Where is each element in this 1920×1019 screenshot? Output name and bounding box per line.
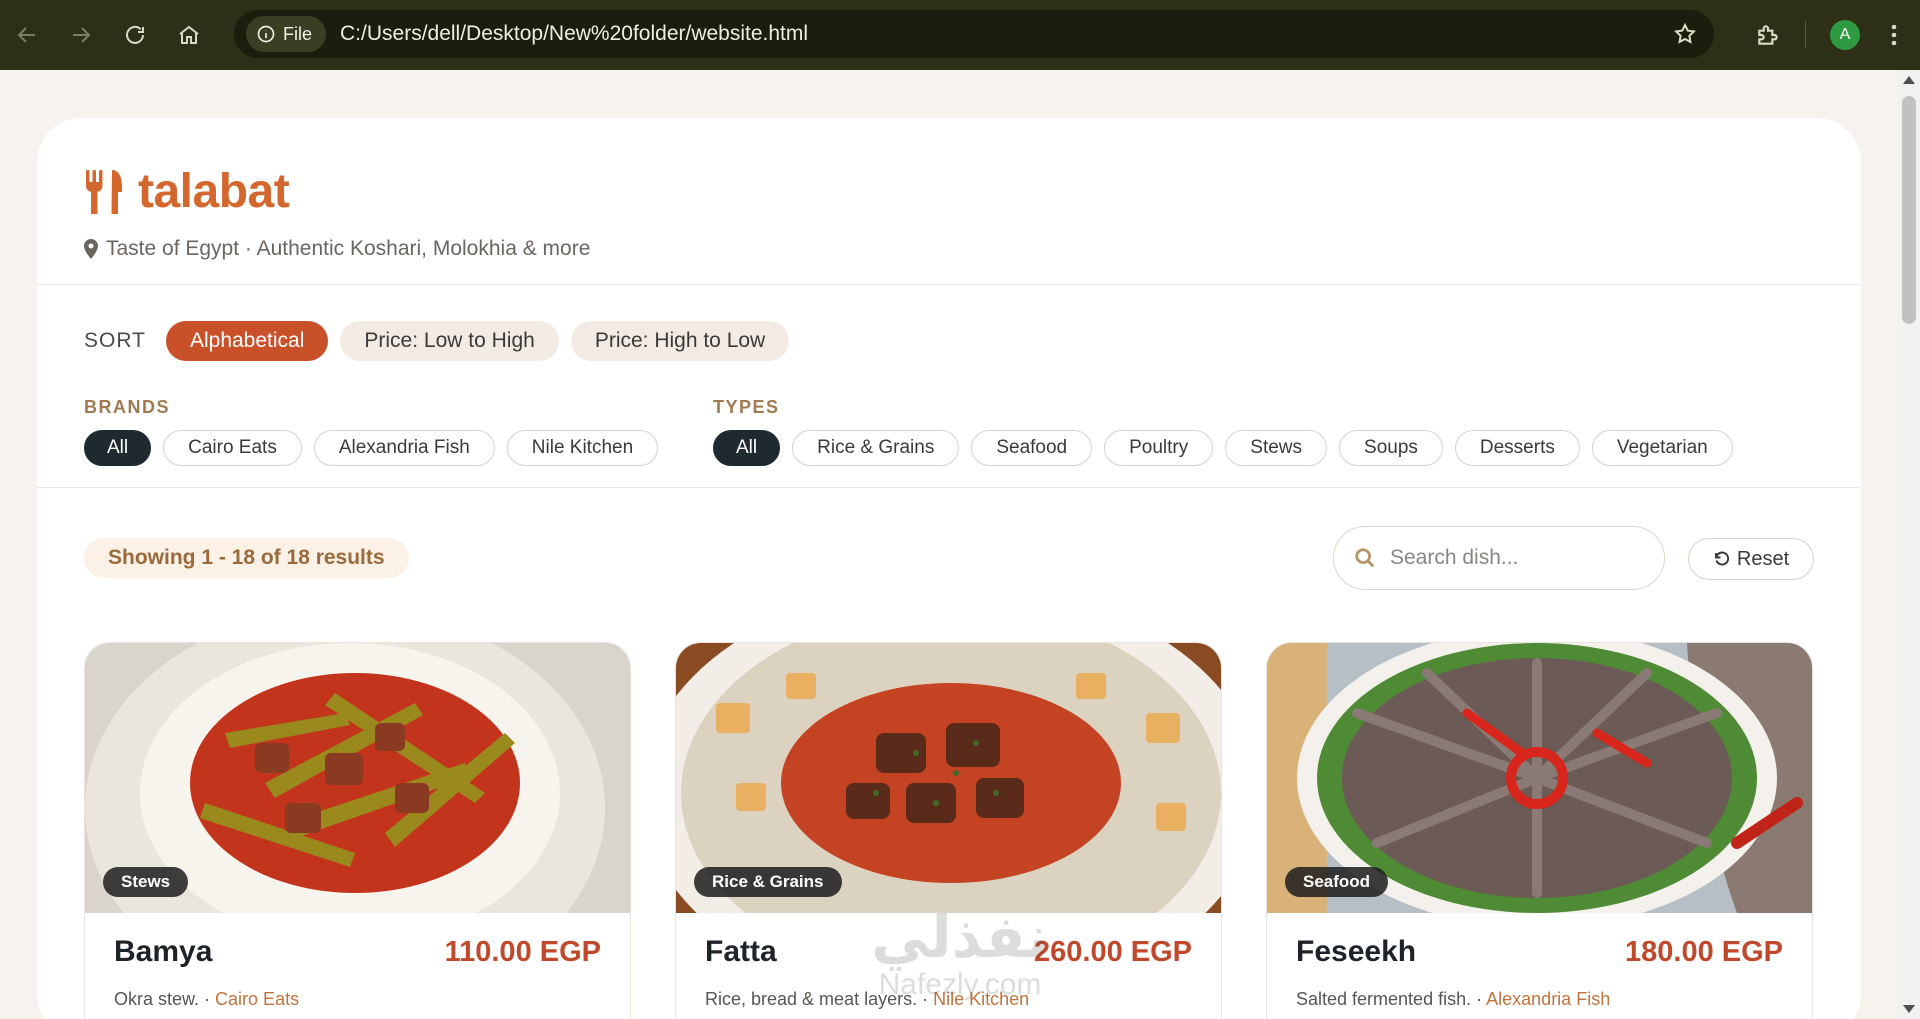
brand-name[interactable]: talabat: [138, 164, 290, 219]
browser-menu-button[interactable]: [1874, 24, 1914, 46]
sort-option-price-low-high[interactable]: Price: Low to High: [340, 321, 559, 361]
product-description: Salted fermented fish. · Alexandria Fish: [1296, 989, 1783, 1010]
sort-option-price-high-low[interactable]: Price: High to Low: [570, 321, 790, 361]
utensils-icon: [86, 169, 122, 214]
filters-panel: SORT Alphabetical Price: Low to High Pri…: [37, 285, 1861, 488]
url-text[interactable]: C:/Users/dell/Desktop/New%20folder/websi…: [340, 22, 1668, 46]
brand: talabat: [84, 164, 1814, 219]
product-description-text: Rice, bread & meat layers.: [705, 989, 918, 1009]
type-chip-stews[interactable]: Stews: [1225, 430, 1328, 466]
reset-label: Reset: [1736, 547, 1790, 570]
arrow-right-icon: [73, 27, 91, 43]
toolbar-separator: [1805, 21, 1806, 49]
product-type-badge: Stews: [103, 867, 189, 897]
type-chip-seafood[interactable]: Seafood: [971, 430, 1093, 466]
product-name: Bamya: [114, 935, 213, 968]
type-chip-desserts[interactable]: Desserts: [1454, 430, 1580, 466]
tagline-text: Taste of Egypt · Authentic Koshari, Molo…: [106, 237, 591, 260]
product-card[interactable]: Seafood Feseekh 180.00 EGP Salted fermen…: [1266, 642, 1813, 1019]
results-count: Showing 1 - 18 of 18 results: [84, 538, 409, 578]
sort-option-alphabetical[interactable]: Alphabetical: [165, 321, 329, 361]
desc-separator: ·: [204, 989, 216, 1009]
sort-label: SORT: [84, 329, 146, 352]
location-pin-icon: [84, 239, 98, 259]
info-icon: [257, 25, 275, 43]
product-description: Rice, bread & meat layers. · Nile Kitche…: [705, 989, 1192, 1010]
page-header: talabat Taste of Egypt · Authentic Kosha…: [37, 118, 1861, 285]
product-brand[interactable]: Cairo Eats: [215, 989, 299, 1009]
product-image: Rice & Grains: [676, 643, 1221, 913]
types-filter: TYPES All Rice & Grains Seafood Poultry …: [713, 397, 1733, 466]
product-card[interactable]: Stews Bamya 110.00 EGP Okra stew. · Cair…: [84, 642, 631, 1019]
product-description-text: Salted fermented fish.: [1296, 989, 1472, 1009]
product-price: 260.00 EGP: [1034, 935, 1192, 968]
star-icon: [1674, 22, 1696, 44]
tagline: Taste of Egypt · Authentic Koshari, Molo…: [84, 237, 1814, 261]
type-chip-soups[interactable]: Soups: [1339, 430, 1443, 466]
desc-separator: ·: [1476, 989, 1487, 1009]
product-name: Fatta: [705, 935, 777, 968]
reset-button[interactable]: Reset: [1688, 538, 1814, 580]
home-button[interactable]: [162, 0, 216, 70]
type-chip-rice-grains[interactable]: Rice & Grains: [792, 430, 960, 466]
search-box[interactable]: [1333, 526, 1665, 590]
search-icon: [1355, 548, 1375, 568]
type-chip-vegetarian[interactable]: Vegetarian: [1591, 430, 1733, 466]
product-type-badge: Seafood: [1285, 867, 1389, 897]
home-icon: [179, 25, 199, 44]
more-vertical-icon: [1891, 24, 1897, 46]
results-bar: Showing 1 - 18 of 18 results Reset: [37, 488, 1861, 638]
product-type-badge: Rice & Grains: [694, 867, 842, 897]
product-card[interactable]: Rice & Grains Fatta 260.00 EGP Rice, bre…: [675, 642, 1222, 1019]
sort-row: SORT Alphabetical Price: Low to High Pri…: [84, 321, 790, 361]
site-info-chip[interactable]: File: [246, 16, 327, 52]
back-button[interactable]: [0, 0, 54, 70]
product-image: Seafood: [1267, 643, 1812, 913]
bookmark-button[interactable]: [1668, 17, 1702, 51]
scrollbar-thumb[interactable]: [1902, 96, 1916, 324]
undo-icon: [1714, 551, 1729, 566]
reload-button[interactable]: [108, 0, 162, 70]
arrow-left-icon: [17, 27, 35, 43]
type-chip-all[interactable]: All: [713, 430, 781, 466]
address-bar[interactable]: File C:/Users/dell/Desktop/New%20folder/…: [234, 10, 1714, 58]
scroll-up-arrow[interactable]: [1903, 76, 1915, 84]
search-input[interactable]: [1390, 546, 1630, 570]
url-chip-label: File: [283, 23, 313, 44]
product-name: Feseekh: [1296, 935, 1417, 968]
puzzle-icon: [1758, 25, 1778, 45]
product-price: 110.00 EGP: [444, 935, 601, 968]
product-image: Stews: [85, 643, 630, 913]
types-label: TYPES: [713, 397, 780, 417]
product-price: 180.00 EGP: [1625, 935, 1783, 968]
brand-chip-cairo-eats[interactable]: Cairo Eats: [163, 430, 302, 466]
brand-chip-all[interactable]: All: [84, 430, 152, 466]
profile-avatar[interactable]: A: [1830, 20, 1860, 50]
scroll-down-arrow[interactable]: [1903, 1005, 1915, 1013]
product-description-text: Okra stew.: [114, 989, 200, 1009]
brands-label: BRANDS: [84, 397, 171, 417]
product-brand[interactable]: Alexandria Fish: [1486, 989, 1610, 1009]
product-grid: Stews Bamya 110.00 EGP Okra stew. · Cair…: [84, 642, 1813, 1019]
brands-filter: BRANDS All Cairo Eats Alexandria Fish Ni…: [84, 397, 659, 466]
brand-chip-nile-kitchen[interactable]: Nile Kitchen: [506, 430, 659, 466]
product-description: Okra stew. · Cairo Eats: [114, 989, 601, 1010]
extensions-button[interactable]: [1741, 22, 1795, 48]
forward-button[interactable]: [54, 0, 108, 70]
type-chip-poultry[interactable]: Poultry: [1104, 430, 1214, 466]
browser-toolbar: File C:/Users/dell/Desktop/New%20folder/…: [0, 0, 1920, 70]
product-brand[interactable]: Nile Kitchen: [933, 989, 1029, 1009]
brand-chip-alexandria-fish[interactable]: Alexandria Fish: [313, 430, 495, 466]
reload-icon: [126, 25, 144, 44]
desc-separator: ·: [922, 989, 934, 1009]
